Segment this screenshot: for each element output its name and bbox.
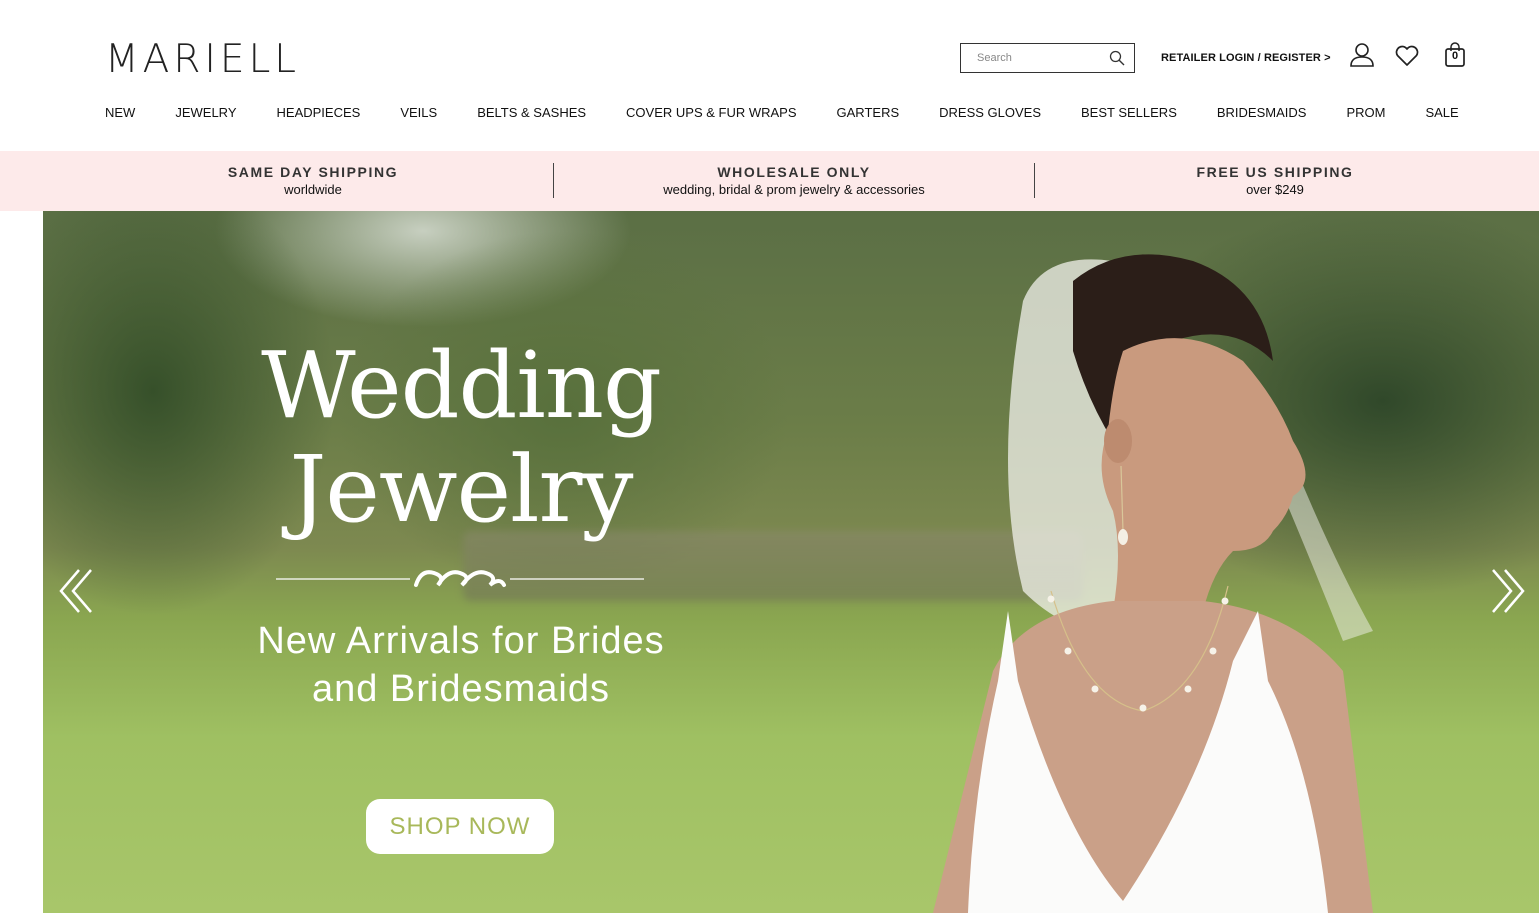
- search-icon[interactable]: [1109, 50, 1125, 66]
- promo-bar: SAME DAY SHIPPING worldwide WHOLESALE ON…: [0, 151, 1539, 211]
- hero-subtitle-line: New Arrivals for Brides: [257, 620, 665, 662]
- site-header: MARIELL RETAILER LOGIN / REGISTER > 0 NE…: [0, 0, 1539, 151]
- hero-title-line: Wedding: [261, 332, 662, 439]
- nav-item-bridesmaids[interactable]: BRIDESMAIDS: [1217, 104, 1307, 122]
- promo-shipping: SAME DAY SHIPPING worldwide: [73, 151, 553, 211]
- chevron-double-right-icon[interactable]: [1487, 566, 1527, 616]
- promo-title: SAME DAY SHIPPING: [227, 164, 399, 180]
- promo-title: FREE US SHIPPING: [1196, 164, 1354, 180]
- nav-item-cover-ups[interactable]: COVER UPS & FUR WRAPS: [626, 104, 796, 122]
- nav-item-prom[interactable]: PROM: [1346, 104, 1385, 122]
- hero-subtitle: New Arrivals for Brides and Bridesmaids: [43, 617, 879, 713]
- hero-title: Wedding Jewelry: [43, 334, 879, 542]
- hero-slider: Wedding Jewelry New Arrivals for Brides …: [43, 211, 1539, 913]
- search-box: [960, 43, 1135, 73]
- shopping-bag-button[interactable]: 0: [1442, 42, 1468, 68]
- retailer-login-register-link[interactable]: RETAILER LOGIN / REGISTER >: [1161, 52, 1331, 64]
- nav-item-best-sellers[interactable]: BEST SELLERS: [1081, 104, 1177, 122]
- promo-sub: over $249: [1246, 182, 1304, 197]
- promo-title: WHOLESALE ONLY: [717, 164, 871, 180]
- cart-count: 0: [1451, 50, 1459, 62]
- promo-wholesale: WHOLESALE ONLY wedding, bridal & prom je…: [554, 151, 1034, 211]
- account-icon[interactable]: [1349, 42, 1375, 68]
- nav-item-jewelry[interactable]: JEWELRY: [175, 104, 236, 122]
- nav-item-headpieces[interactable]: HEADPIECES: [277, 104, 361, 122]
- promo-sub: wedding, bridal & prom jewelry & accesso…: [663, 182, 925, 197]
- wishlist-heart-icon[interactable]: [1394, 43, 1420, 69]
- nav-item-dress-gloves[interactable]: DRESS GLOVES: [939, 104, 1041, 122]
- nav-item-garters[interactable]: GARTERS: [837, 104, 900, 122]
- mariell-logo[interactable]: MARIELL: [105, 40, 300, 80]
- bride-model-image: [933, 254, 1373, 913]
- main-nav: NEW JEWELRY HEADPIECES VEILS BELTS & SAS…: [105, 104, 1499, 122]
- nav-item-sale[interactable]: SALE: [1425, 104, 1458, 122]
- promo-sub: worldwide: [284, 182, 342, 197]
- search-input[interactable]: [961, 44, 1101, 72]
- shop-now-button[interactable]: SHOP NOW: [366, 799, 554, 854]
- hero-subtitle-line: and Bridesmaids: [311, 668, 611, 710]
- nav-item-veils[interactable]: VEILS: [400, 104, 437, 122]
- hero-title-line: Jewelry: [289, 436, 634, 543]
- nav-item-belts-sashes[interactable]: BELTS & SASHES: [477, 104, 586, 122]
- chevron-double-left-icon[interactable]: [57, 566, 97, 616]
- promo-free-shipping: FREE US SHIPPING over $249: [1035, 151, 1515, 211]
- ornament-divider-icon: [276, 570, 644, 587]
- nav-item-new[interactable]: NEW: [105, 104, 135, 122]
